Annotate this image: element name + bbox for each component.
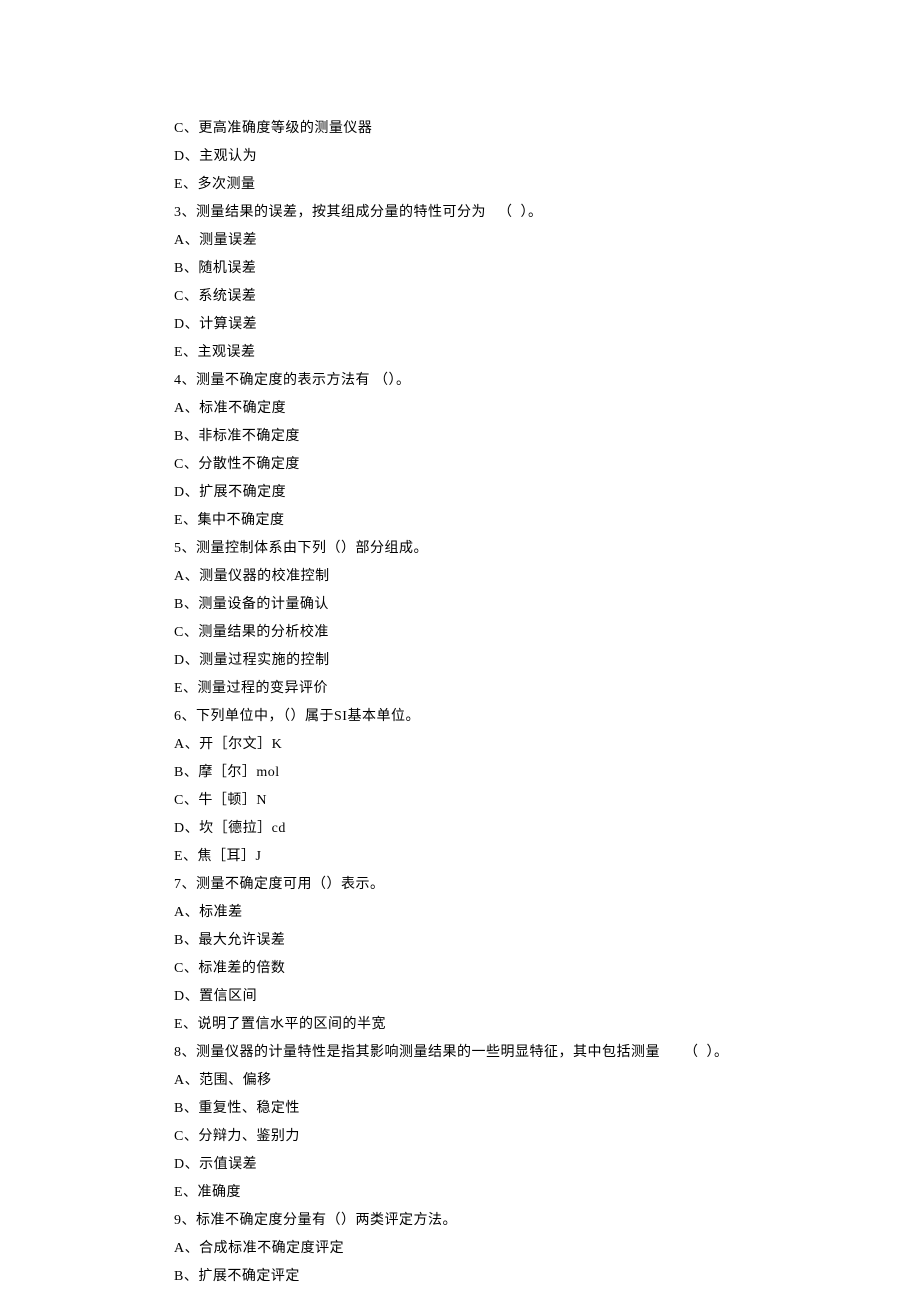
text-line: E、说明了置信水平的区间的半宽: [174, 1011, 920, 1039]
text-line: B、测量设备的计量确认: [174, 591, 920, 619]
text-line: E、准确度: [174, 1179, 920, 1207]
text-line: E、主观误差: [174, 339, 920, 367]
text-line: A、范围、偏移: [174, 1067, 920, 1095]
text-line: A、标准差: [174, 899, 920, 927]
text-line: D、示值误差: [174, 1151, 920, 1179]
text-line: A、标准不确定度: [174, 395, 920, 423]
text-line: B、重复性、稳定性: [174, 1095, 920, 1123]
text-line: B、扩展不确定评定: [174, 1263, 920, 1291]
text-line: D、测量过程实施的控制: [174, 647, 920, 675]
text-line: D、主观认为: [174, 143, 920, 171]
text-line: 4、测量不确定度的表示方法有 （）。: [174, 367, 920, 395]
text-line: 7、测量不确定度可用（）表示。: [174, 871, 920, 899]
text-line: C、牛［顿］N: [174, 787, 920, 815]
text-line: D、扩展不确定度: [174, 479, 920, 507]
text-line: C、更高准确度等级的测量仪器: [174, 115, 920, 143]
text-line: E、测量过程的变异评价: [174, 675, 920, 703]
text-line: 8、测量仪器的计量特性是指其影响测量结果的一些明显特征，其中包括测量 （ ）。: [174, 1039, 920, 1067]
text-line: E、多次测量: [174, 171, 920, 199]
text-line: E、集中不确定度: [174, 507, 920, 535]
text-line: 5、测量控制体系由下列（）部分组成。: [174, 535, 920, 563]
text-line: 9、标准不确定度分量有（）两类评定方法。: [174, 1207, 920, 1235]
text-line: 3、测量结果的误差，按其组成分量的特性可分为 （ ）。: [174, 199, 920, 227]
text-line: E、焦［耳］J: [174, 843, 920, 871]
text-line: C、分辩力、鉴别力: [174, 1123, 920, 1151]
text-line: D、计算误差: [174, 311, 920, 339]
text-line: D、置信区间: [174, 983, 920, 1011]
text-line: B、摩［尔］mol: [174, 759, 920, 787]
text-line: C、系统误差: [174, 283, 920, 311]
document-page: C、更高准确度等级的测量仪器 D、主观认为 E、多次测量 3、测量结果的误差，按…: [0, 0, 920, 1291]
text-line: A、开［尔文］K: [174, 731, 920, 759]
text-line: 6、下列单位中，（）属于SI基本单位。: [174, 703, 920, 731]
text-line: B、最大允许误差: [174, 927, 920, 955]
text-line: C、标准差的倍数: [174, 955, 920, 983]
text-line: A、测量仪器的校准控制: [174, 563, 920, 591]
text-line: B、非标准不确定度: [174, 423, 920, 451]
text-line: A、合成标准不确定度评定: [174, 1235, 920, 1263]
text-line: D、坎［德拉］cd: [174, 815, 920, 843]
text-line: A、测量误差: [174, 227, 920, 255]
text-line: C、测量结果的分析校准: [174, 619, 920, 647]
text-line: B、随机误差: [174, 255, 920, 283]
text-line: C、分散性不确定度: [174, 451, 920, 479]
